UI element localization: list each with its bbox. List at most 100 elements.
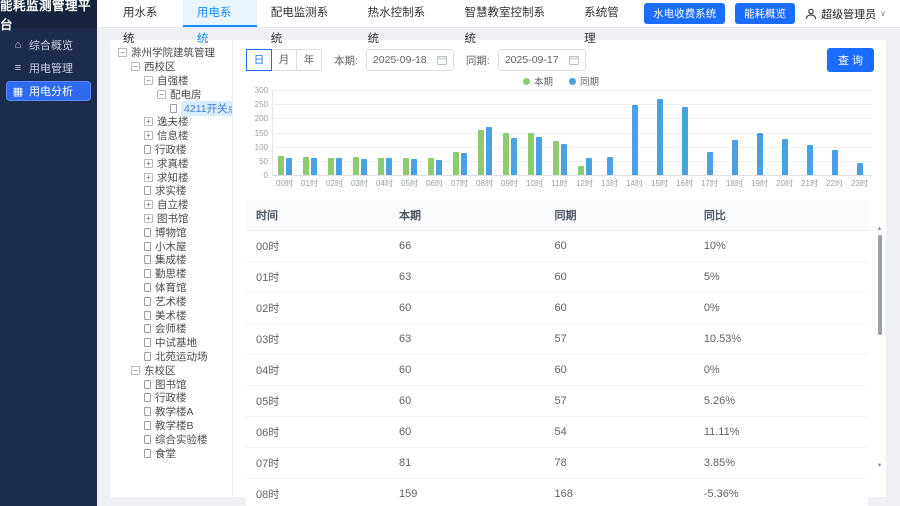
bar-compare	[386, 158, 392, 175]
table-scrollbar[interactable]: ▲ ▼	[876, 226, 883, 469]
bar-compare	[857, 163, 863, 175]
tree-node-label: 勤思楼	[155, 266, 187, 281]
tree-node[interactable]: 食堂	[110, 446, 232, 460]
y-tick-label: 100	[246, 143, 268, 152]
tree-node[interactable]: +图书馆	[110, 212, 232, 226]
x-tick-label: 21时	[797, 178, 822, 189]
y-tick-label: 250	[246, 100, 268, 109]
tree-node[interactable]: 行政楼	[110, 391, 232, 405]
table-cell: 57	[545, 386, 694, 417]
tab-2[interactable]: 配电监测系统	[257, 0, 354, 27]
y-tick-label: 0	[246, 171, 268, 180]
user-menu[interactable]: 超级管理员 ∨	[805, 6, 886, 22]
tree-node[interactable]: +信息楼	[110, 129, 232, 143]
collapse-icon[interactable]: −	[144, 76, 153, 85]
building-tree: −滁州学院建筑管理−西校区−自强楼−配电房4211开关点位+逸夫楼+信息楼行政楼…	[110, 40, 233, 497]
tree-node[interactable]: 北苑运动场	[110, 350, 232, 364]
bar-group-04时	[372, 90, 397, 175]
tree-node[interactable]: −自强楼	[110, 74, 232, 88]
tab-0[interactable]: 用水系统	[109, 0, 183, 27]
bar-compare	[607, 157, 613, 175]
sidebar-item-用电分析[interactable]: ▦用电分析	[6, 81, 91, 101]
tree-node[interactable]: 集成楼	[110, 253, 232, 267]
tree-node[interactable]: −西校区	[110, 60, 232, 74]
tree-node[interactable]: 艺术楼	[110, 294, 232, 308]
tree-node[interactable]: 美术楼	[110, 308, 232, 322]
expand-icon[interactable]: +	[144, 214, 153, 223]
tree-node[interactable]: 图书馆	[110, 377, 232, 391]
tree-node[interactable]: +自立楼	[110, 198, 232, 212]
tree-node-label: 集成楼	[155, 252, 187, 267]
tree-node[interactable]: 博物馆	[110, 225, 232, 239]
tree-node[interactable]: +逸夫楼	[110, 115, 232, 129]
legend-item-同期[interactable]: 同期	[569, 74, 599, 88]
bar-current	[378, 158, 384, 175]
query-button[interactable]: 查 询	[827, 48, 874, 72]
bar-group-07时	[447, 90, 472, 175]
tree-node-label: 教学楼A	[155, 404, 194, 419]
x-tick-label: 19时	[747, 178, 772, 189]
collapse-icon[interactable]: −	[131, 62, 140, 71]
sidebar-item-综合概览[interactable]: ⌂综合概览	[6, 35, 91, 55]
tree-node[interactable]: 会师楼	[110, 322, 232, 336]
comparison-bar-chart: 本期同期 050100150200250300 00时01时02时03时04时0…	[246, 74, 876, 186]
legend-item-本期[interactable]: 本期	[523, 74, 553, 88]
tree-node[interactable]: 教学楼B	[110, 419, 232, 433]
content-card: −滁州学院建筑管理−西校区−自强楼−配电房4211开关点位+逸夫楼+信息楼行政楼…	[110, 40, 886, 497]
sidebar-item-用电管理[interactable]: ≡用电管理	[6, 58, 91, 78]
tree-node[interactable]: 综合实验楼	[110, 432, 232, 446]
tree-node[interactable]: +求知楼	[110, 170, 232, 184]
x-tick-label: 22时	[822, 178, 847, 189]
tab-3[interactable]: 热水控制系统	[354, 0, 451, 27]
tree-node-label: 4211开关点位	[181, 101, 233, 116]
scroll-up-icon[interactable]: ▲	[876, 226, 883, 232]
bar-compare	[782, 139, 788, 175]
expand-icon[interactable]: +	[144, 200, 153, 209]
tree-node[interactable]: 勤思楼	[110, 267, 232, 281]
table-row: 08时159168-5.36%	[246, 479, 868, 506]
expand-icon[interactable]: +	[144, 131, 153, 140]
analysis-panel: 日月年 本期: 2025-09-18 同期: 2025-09-17 查 询 本期…	[234, 40, 886, 497]
tree-node[interactable]: 教学楼A	[110, 405, 232, 419]
tree-node-label: 体育馆	[155, 280, 187, 295]
table-cell: 0%	[694, 293, 868, 324]
tree-node[interactable]: +求真楼	[110, 156, 232, 170]
current-date-input[interactable]: 2025-09-18	[366, 49, 454, 71]
expand-icon[interactable]: +	[144, 117, 153, 126]
tab-5[interactable]: 系统管理	[570, 0, 644, 27]
tree-node-label: 综合实验楼	[155, 432, 208, 447]
period-button-日[interactable]: 日	[246, 49, 272, 71]
scroll-down-icon[interactable]: ▼	[876, 463, 883, 469]
table-cell: 07时	[246, 448, 389, 479]
tab-4[interactable]: 智慧教室控制系统	[450, 0, 570, 27]
tree-node[interactable]: 中试基地	[110, 336, 232, 350]
tree-node[interactable]: −配电房	[110, 87, 232, 101]
header-button-0[interactable]: 水电收费系统	[644, 3, 725, 24]
collapse-icon[interactable]: −	[157, 90, 166, 99]
compare-date-input[interactable]: 2025-09-17	[498, 49, 586, 71]
header-button-1[interactable]: 能耗概览	[735, 3, 795, 24]
tree-node[interactable]: −东校区	[110, 363, 232, 377]
scrollbar-thumb[interactable]	[878, 235, 882, 335]
expand-icon[interactable]: +	[144, 159, 153, 168]
table-cell: 60	[545, 231, 694, 262]
bar-compare	[707, 152, 713, 175]
tree-node[interactable]: 4211开关点位	[110, 101, 232, 115]
file-icon	[144, 407, 151, 416]
tree-node[interactable]: 行政楼	[110, 143, 232, 157]
expand-icon[interactable]: +	[144, 173, 153, 182]
tree-node[interactable]: 体育馆	[110, 281, 232, 295]
collapse-icon[interactable]: −	[131, 366, 140, 375]
tab-1[interactable]: 用电系统	[183, 0, 257, 27]
period-button-年[interactable]: 年	[296, 49, 322, 71]
legend-label: 本期	[534, 74, 553, 88]
calendar-icon	[569, 55, 579, 65]
table-cell: 60	[389, 417, 545, 448]
file-icon	[144, 145, 151, 154]
tree-node-label: 东校区	[144, 363, 176, 378]
tree-node[interactable]: 求实楼	[110, 184, 232, 198]
tree-node-label: 食堂	[155, 446, 176, 461]
period-button-月[interactable]: 月	[271, 49, 297, 71]
tree-node[interactable]: 小木屋	[110, 239, 232, 253]
table-cell: 60	[389, 386, 545, 417]
